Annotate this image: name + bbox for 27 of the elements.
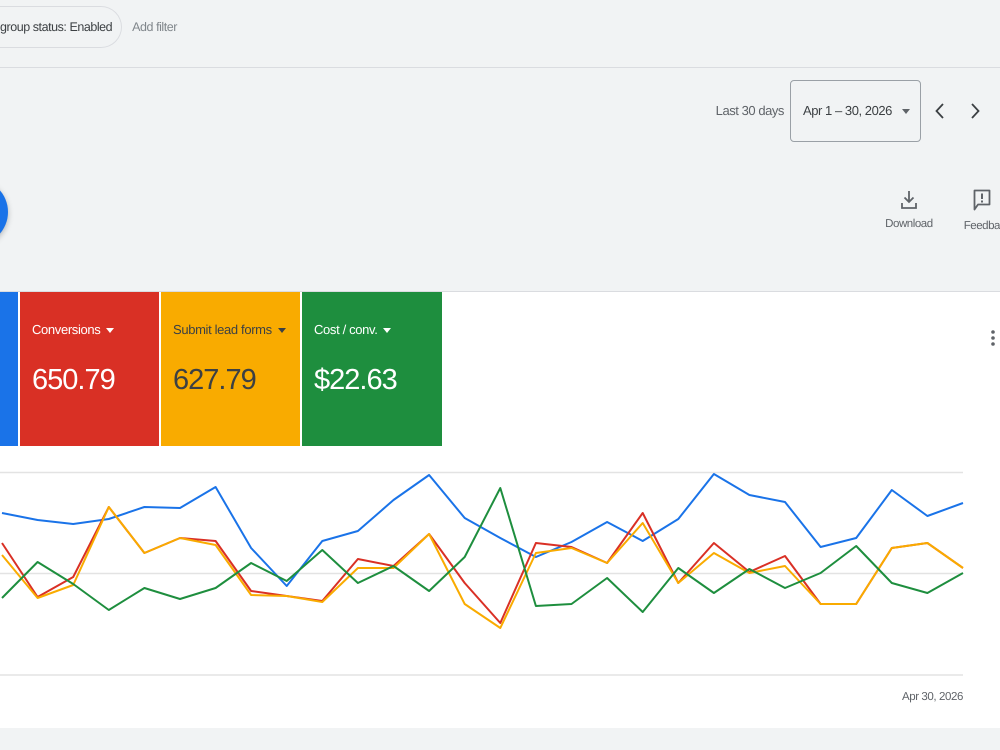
metric-value: 650.79 bbox=[32, 363, 116, 397]
add-filter-link[interactable]: Add filter bbox=[132, 6, 178, 48]
download-icon bbox=[900, 190, 917, 210]
metric-label: Cost / conv. bbox=[314, 322, 378, 338]
metric-value: $22.63 bbox=[314, 363, 398, 397]
metric-tile[interactable]: Cost / conv. $22.63 bbox=[302, 292, 442, 446]
metric-tile[interactable]: Conversions 650.79 bbox=[20, 292, 159, 446]
caret-icon bbox=[902, 108, 910, 114]
caret-icon bbox=[106, 328, 114, 332]
download-button[interactable]: Download bbox=[885, 190, 933, 234]
kebab-menu-icon bbox=[991, 330, 995, 346]
more-options-button[interactable] bbox=[991, 330, 995, 346]
axis-date-label: Apr 30, 2026 bbox=[902, 690, 963, 705]
caret-icon bbox=[278, 328, 286, 332]
feedback-button[interactable]: Feedba bbox=[964, 188, 1000, 236]
metric-tile[interactable]: Submit lead forms 627.79 bbox=[161, 292, 300, 446]
metric-tile[interactable] bbox=[0, 292, 18, 446]
date-range-dropdown[interactable]: Apr 1 – 30, 2026 bbox=[790, 80, 921, 142]
date-range-preset: Last 30 days bbox=[716, 102, 784, 120]
exclamation-bubble-icon bbox=[972, 188, 991, 211]
metric-value: 627.79 bbox=[173, 363, 257, 397]
chevron-right-icon bbox=[970, 103, 980, 119]
filter-chip[interactable]: group status: Enabled bbox=[0, 6, 122, 48]
caret-icon bbox=[383, 328, 392, 332]
metric-label: Submit lead forms bbox=[173, 322, 272, 338]
chevron-left-icon bbox=[934, 103, 944, 119]
metric-label: Conversions bbox=[32, 322, 100, 338]
